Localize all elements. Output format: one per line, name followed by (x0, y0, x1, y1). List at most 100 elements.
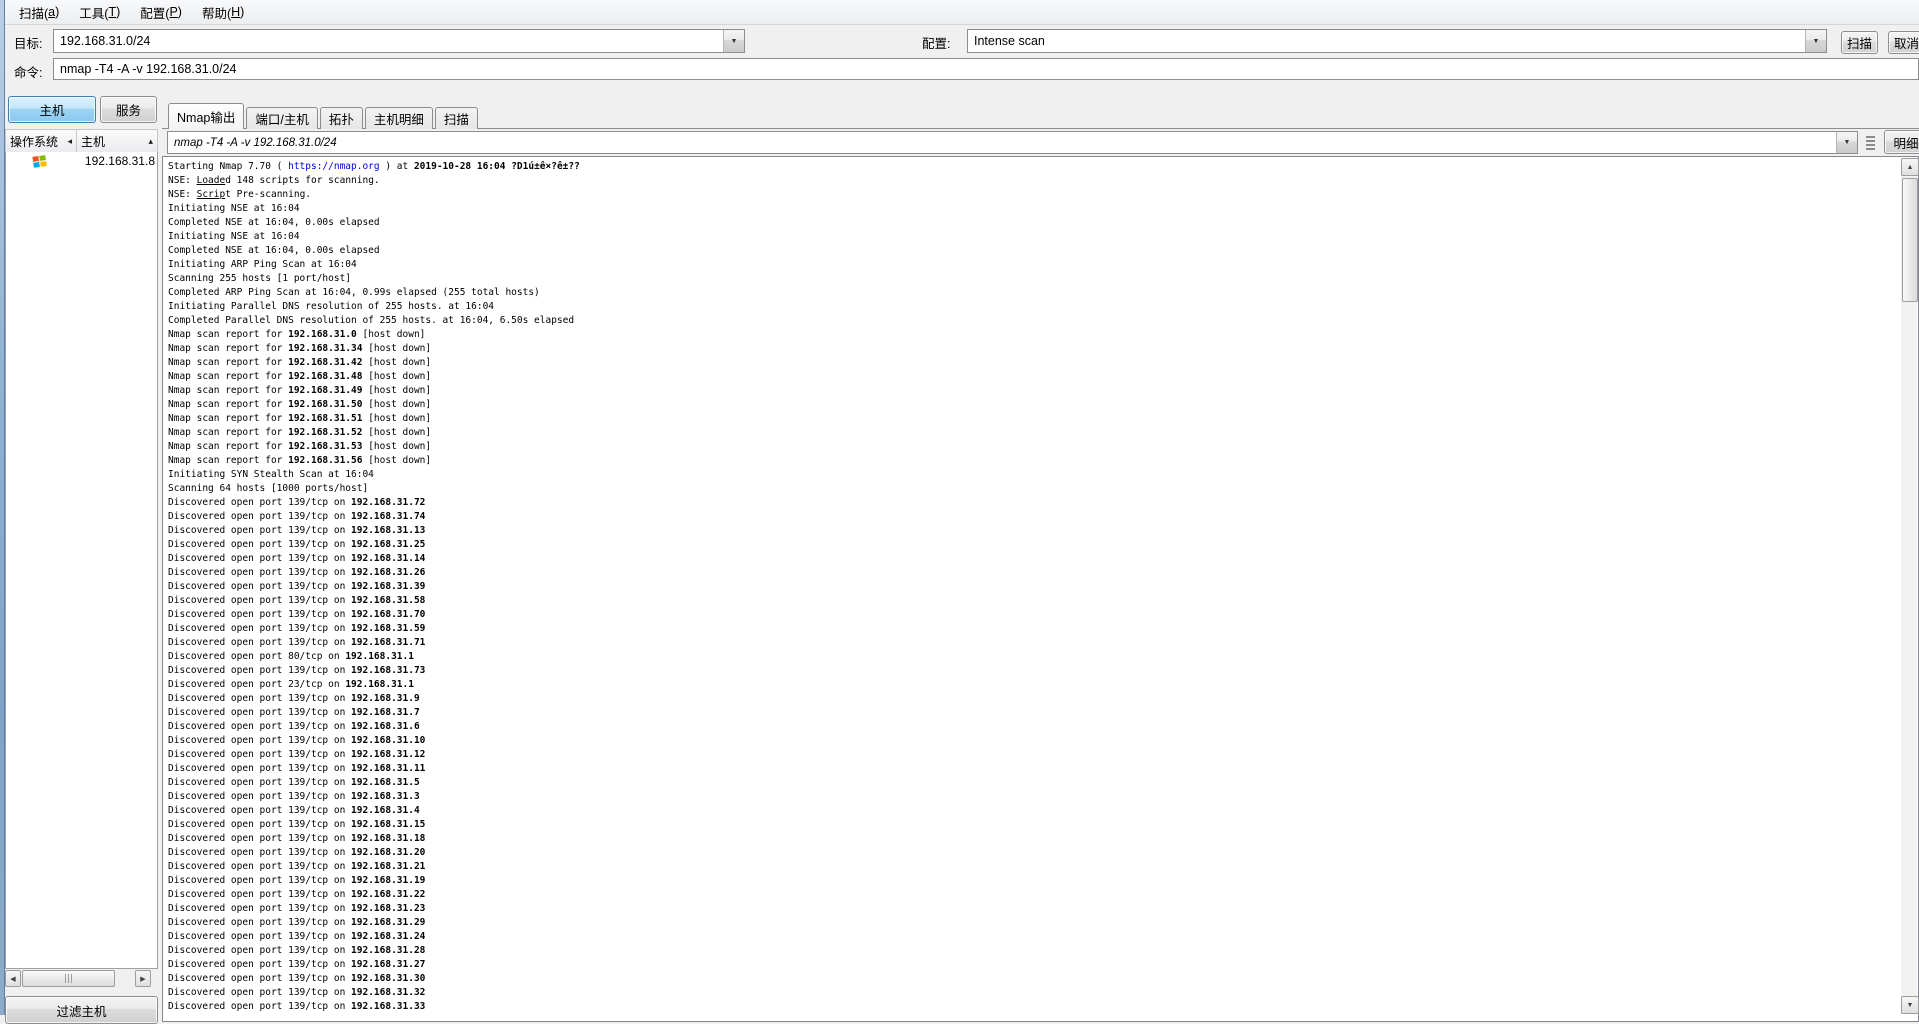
output-line: Completed ARP Ping Scan at 16:04, 0.99s … (168, 287, 540, 298)
tab-nmap-output[interactable]: Nmap输出 (168, 103, 245, 129)
target-combobox[interactable]: 192.168.31.0/24 ▼ (53, 29, 745, 53)
tab-topology[interactable]: 拓扑 (319, 107, 363, 129)
tab-host-details[interactable]: 主机明细 (364, 107, 433, 129)
output-line: Discovered open port 139/tcp on 192.168.… (168, 665, 426, 676)
column-arrow-icon: ◂ (67, 135, 72, 146)
profile-combobox[interactable]: Intense scan ▼ (967, 29, 1827, 53)
output-line: Discovered open port 139/tcp on 192.168.… (168, 581, 426, 592)
output-line: Discovered open port 139/tcp on 192.168.… (168, 819, 426, 830)
output-line: Nmap scan report for 192.168.31.50 [host… (168, 399, 432, 410)
output-line: Discovered open port 139/tcp on 192.168.… (168, 945, 426, 956)
output-line: Discovered open port 139/tcp on 192.168.… (168, 539, 426, 550)
host-list-hscrollbar[interactable]: ◀ ▶ (5, 970, 151, 987)
output-line: Discovered open port 139/tcp on 192.168.… (168, 889, 426, 900)
output-line: Discovered open port 139/tcp on 192.168.… (168, 609, 426, 620)
target-label: 目标: (14, 37, 43, 51)
nmap-output-text: Starting Nmap 7.70 ( https://nmap.org ) … (168, 160, 1898, 1021)
output-line: NSE: Loaded 148 scripts for scanning. (168, 175, 380, 186)
scroll-down-button[interactable]: ▼ (1901, 996, 1919, 1014)
command-label: 命令: (14, 66, 43, 80)
tools-menu[interactable]: 工具(T) (69, 0, 130, 24)
scroll-down-icon: ▼ (1906, 1001, 1914, 1009)
output-line: Discovered open port 139/tcp on 192.168.… (168, 763, 426, 774)
output-line: Completed Parallel DNS resolution of 255… (168, 315, 575, 326)
output-vscrollbar[interactable]: ▲ ▼ (1901, 158, 1919, 1014)
target-value[interactable]: 192.168.31.0/24 (54, 30, 723, 52)
scan-result-combobox[interactable]: nmap -T4 -A -v 192.168.31.0/24 ▼ (167, 131, 1858, 154)
column-header-host[interactable]: 主机 ▴ (76, 129, 158, 153)
output-line: Discovered open port 139/tcp on 192.168.… (168, 553, 426, 564)
chevron-down-icon: ▼ (730, 37, 738, 45)
filter-hosts-button[interactable]: 过滤主机 (5, 996, 158, 1024)
menubar: 扫描(a) 工具(T) 配置(P) 帮助(H) (5, 0, 1919, 25)
output-line: Discovered open port 139/tcp on 192.168.… (168, 623, 426, 634)
output-line: Discovered open port 139/tcp on 192.168.… (168, 497, 426, 508)
scroll-right-button[interactable]: ▶ (135, 970, 151, 987)
scroll-up-button[interactable]: ▲ (1901, 158, 1919, 176)
output-line: Nmap scan report for 192.168.31.34 [host… (168, 343, 432, 354)
chevron-down-icon: ▼ (1812, 37, 1820, 45)
hosts-button[interactable]: 主机 (8, 96, 96, 123)
output-line: Nmap scan report for 192.168.31.51 [host… (168, 413, 432, 424)
output-line: Initiating ARP Ping Scan at 16:04 (168, 259, 357, 270)
output-line: Discovered open port 139/tcp on 192.168.… (168, 917, 426, 928)
target-dropdown-button[interactable]: ▼ (723, 30, 744, 52)
host-row[interactable]: 192.168.31.8 (6, 152, 157, 170)
output-line: Discovered open port 139/tcp on 192.168.… (168, 903, 426, 914)
output-line: Nmap scan report for 192.168.31.56 [host… (168, 455, 432, 466)
os-icon-windows (32, 154, 47, 168)
tabbar: Nmap输出 端口/主机 拓扑 主机明细 扫描 (168, 103, 478, 129)
tab-ports-hosts[interactable]: 端口/主机 (246, 107, 318, 129)
output-line: Discovered open port 139/tcp on 192.168.… (168, 749, 426, 760)
output-line: Initiating SYN Stealth Scan at 16:04 (168, 469, 374, 480)
sort-ascending-icon: ▴ (148, 135, 153, 146)
output-line: Discovered open port 139/tcp on 192.168.… (168, 959, 426, 970)
vscrollbar-thumb[interactable] (1902, 178, 1918, 302)
profile-value[interactable]: Intense scan (968, 30, 1805, 52)
scroll-left-icon: ◀ (10, 975, 16, 983)
output-line: Initiating Parallel DNS resolution of 25… (168, 301, 495, 312)
output-line: Discovered open port 139/tcp on 192.168.… (168, 1001, 426, 1012)
output-line: Completed NSE at 16:04, 0.00s elapsed (168, 217, 380, 228)
output-line: Discovered open port 139/tcp on 192.168.… (168, 595, 426, 606)
scan-result-command[interactable]: nmap -T4 -A -v 192.168.31.0/24 (168, 132, 1836, 153)
help-menu[interactable]: 帮助(H) (192, 0, 254, 24)
scan-menu[interactable]: 扫描(a) (9, 0, 69, 24)
column-header-os-label: 操作系统 (10, 134, 59, 149)
scan-button[interactable]: 扫描 (1841, 31, 1878, 54)
output-line: Discovered open port 23/tcp on 192.168.3… (168, 679, 414, 690)
profile-menu[interactable]: 配置(P) (130, 0, 192, 24)
output-line: Scanning 64 hosts [1000 ports/host] (168, 483, 369, 494)
services-button[interactable]: 服务 (100, 96, 157, 123)
column-header-host-label: 主机 (81, 134, 106, 149)
host-list: 192.168.31.8 (5, 152, 158, 969)
scroll-left-button[interactable]: ◀ (5, 970, 21, 987)
output-line: Discovered open port 139/tcp on 192.168.… (168, 861, 426, 872)
highlight-lines-icon (1866, 136, 1875, 150)
column-header-os[interactable]: 操作系统 ◂ (5, 129, 77, 153)
output-line: Discovered open port 139/tcp on 192.168.… (168, 511, 426, 522)
output-line: Discovered open port 139/tcp on 192.168.… (168, 791, 420, 802)
output-line: Discovered open port 139/tcp on 192.168.… (168, 567, 426, 578)
profile-dropdown-button[interactable]: ▼ (1805, 30, 1826, 52)
output-line: Completed NSE at 16:04, 0.00s elapsed (168, 245, 380, 256)
scan-result-dropdown-button[interactable]: ▼ (1836, 132, 1857, 153)
output-line: Nmap scan report for 192.168.31.42 [host… (168, 357, 432, 368)
scroll-right-icon: ▶ (140, 975, 146, 983)
output-line: Nmap scan report for 192.168.31.0 [host … (168, 329, 426, 340)
hscrollbar-thumb[interactable] (22, 970, 115, 987)
cancel-button[interactable]: 取消 (1888, 31, 1919, 54)
output-line: Discovered open port 139/tcp on 192.168.… (168, 525, 426, 536)
output-line: NSE: Script Pre-scanning. (168, 189, 312, 200)
output-line: Discovered open port 139/tcp on 192.168.… (168, 833, 426, 844)
command-input[interactable] (53, 58, 1919, 80)
chevron-down-icon: ▼ (1843, 139, 1851, 146)
output-line: Discovered open port 139/tcp on 192.168.… (168, 637, 426, 648)
scroll-up-icon: ▲ (1906, 163, 1914, 171)
output-line: Nmap scan report for 192.168.31.52 [host… (168, 427, 432, 438)
output-line: Discovered open port 139/tcp on 192.168.… (168, 987, 426, 998)
output-line: Nmap scan report for 192.168.31.49 [host… (168, 385, 432, 396)
output-line: Discovered open port 139/tcp on 192.168.… (168, 847, 426, 858)
tab-scans[interactable]: 扫描 (434, 107, 478, 129)
details-button[interactable]: 明细 (1884, 130, 1919, 154)
